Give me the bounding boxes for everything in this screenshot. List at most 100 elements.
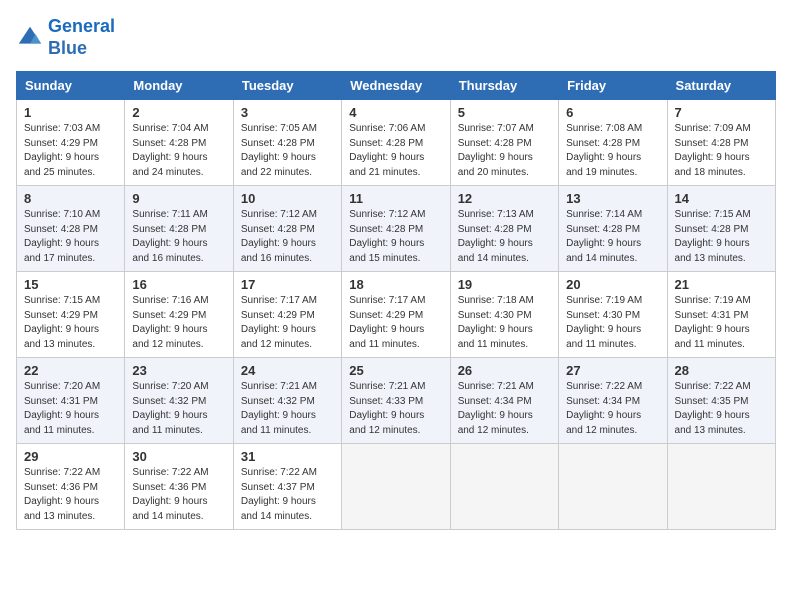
day-info: Sunrise: 7:22 AMSunset: 4:36 PMDaylight:… <box>24 466 117 524</box>
calendar-cell: 18 Sunrise: 7:17 AMSunset: 4:29 PMDayligh… <box>342 272 450 358</box>
day-number: 29 <box>24 449 117 464</box>
calendar-cell: 25 Sunrise: 7:21 AMSunset: 4:33 PMDayligh… <box>342 358 450 444</box>
day-number: 31 <box>241 449 334 464</box>
day-number: 17 <box>241 277 334 292</box>
day-info: Sunrise: 7:12 AMSunset: 4:28 PMDaylight:… <box>241 208 334 266</box>
calendar-week-3: 15 Sunrise: 7:15 AMSunset: 4:29 PMDayligh… <box>17 272 776 358</box>
calendar-cell: 5 Sunrise: 7:07 AMSunset: 4:28 PMDaylight… <box>450 100 558 186</box>
page-header: General Blue <box>16 16 776 59</box>
day-info: Sunrise: 7:20 AMSunset: 4:31 PMDaylight:… <box>24 380 117 438</box>
calendar-cell: 26Sunrise: 7:21 AMSunset: 4:34 PMDayligh… <box>450 358 558 444</box>
calendar-cell: 22 Sunrise: 7:20 AMSunset: 4:31 PMDayligh… <box>17 358 125 444</box>
day-info: Sunrise: 7:09 AMSunset: 4:28 PMDaylight:… <box>675 122 768 180</box>
day-number: 21 <box>675 277 768 292</box>
logo: General Blue <box>16 16 115 59</box>
day-number: 15 <box>24 277 117 292</box>
day-info: Sunrise: 7:17 AMSunset: 4:29 PMDaylight:… <box>241 294 334 352</box>
day-info: Sunrise: 7:12 AMSunset: 4:28 PMDaylight:… <box>349 208 442 266</box>
day-number: 10 <box>241 191 334 206</box>
day-info: Sunrise: 7:21 AMSunset: 4:33 PMDaylight:… <box>349 380 442 438</box>
day-number: 20 <box>566 277 659 292</box>
day-number: 23 <box>132 363 225 378</box>
day-info: Sunrise: 7:03 AMSunset: 4:29 PMDaylight:… <box>24 122 117 180</box>
day-number: 4 <box>349 105 442 120</box>
day-info: Sunrise: 7:22 AMSunset: 4:34 PMDaylight:… <box>566 380 659 438</box>
calendar-cell: 6 Sunrise: 7:08 AMSunset: 4:28 PMDaylight… <box>559 100 667 186</box>
calendar-cell: 14 Sunrise: 7:15 AMSunset: 4:28 PMDayligh… <box>667 186 775 272</box>
calendar-cell: 3Sunrise: 7:05 AMSunset: 4:28 PMDaylight… <box>233 100 341 186</box>
day-info: Sunrise: 7:19 AMSunset: 4:30 PMDaylight:… <box>566 294 659 352</box>
day-number: 1 <box>24 105 117 120</box>
day-number: 16 <box>132 277 225 292</box>
calendar-cell: 2 Sunrise: 7:04 AMSunset: 4:28 PMDaylight… <box>125 100 233 186</box>
calendar-cell: 31 Sunrise: 7:22 AMSunset: 4:37 PMDayligh… <box>233 444 341 530</box>
calendar-cell: 27 Sunrise: 7:22 AMSunset: 4:34 PMDayligh… <box>559 358 667 444</box>
day-info: Sunrise: 7:04 AMSunset: 4:28 PMDaylight:… <box>132 122 225 180</box>
day-number: 11 <box>349 191 442 206</box>
calendar-cell: 13 Sunrise: 7:14 AMSunset: 4:28 PMDayligh… <box>559 186 667 272</box>
day-number: 18 <box>349 277 442 292</box>
day-number: 26 <box>458 363 551 378</box>
calendar-cell: 12 Sunrise: 7:13 AMSunset: 4:28 PMDayligh… <box>450 186 558 272</box>
day-header-monday: Monday <box>125 72 233 100</box>
day-number: 13 <box>566 191 659 206</box>
calendar-week-2: 8Sunrise: 7:10 AMSunset: 4:28 PMDaylight… <box>17 186 776 272</box>
calendar-cell <box>450 444 558 530</box>
day-info: Sunrise: 7:15 AMSunset: 4:29 PMDaylight:… <box>24 294 117 352</box>
day-info: Sunrise: 7:08 AMSunset: 4:28 PMDaylight:… <box>566 122 659 180</box>
day-number: 8 <box>24 191 117 206</box>
day-info: Sunrise: 7:22 AMSunset: 4:37 PMDaylight:… <box>241 466 334 524</box>
calendar-cell: 1 Sunrise: 7:03 AMSunset: 4:29 PMDaylight… <box>17 100 125 186</box>
day-header-thursday: Thursday <box>450 72 558 100</box>
day-number: 7 <box>675 105 768 120</box>
day-info: Sunrise: 7:17 AMSunset: 4:29 PMDaylight:… <box>349 294 442 352</box>
calendar-cell <box>342 444 450 530</box>
day-number: 27 <box>566 363 659 378</box>
day-number: 24 <box>241 363 334 378</box>
day-info: Sunrise: 7:15 AMSunset: 4:28 PMDaylight:… <box>675 208 768 266</box>
day-number: 5 <box>458 105 551 120</box>
day-number: 19 <box>458 277 551 292</box>
calendar-cell: 28 Sunrise: 7:22 AMSunset: 4:35 PMDayligh… <box>667 358 775 444</box>
day-info: Sunrise: 7:11 AMSunset: 4:28 PMDaylight:… <box>132 208 225 266</box>
day-number: 2 <box>132 105 225 120</box>
calendar-cell: 29 Sunrise: 7:22 AMSunset: 4:36 PMDayligh… <box>17 444 125 530</box>
day-info: Sunrise: 7:22 AMSunset: 4:36 PMDaylight:… <box>132 466 225 524</box>
day-info: Sunrise: 7:06 AMSunset: 4:28 PMDaylight:… <box>349 122 442 180</box>
calendar-cell: 8Sunrise: 7:10 AMSunset: 4:28 PMDaylight… <box>17 186 125 272</box>
logo-text: General Blue <box>48 16 115 59</box>
day-info: Sunrise: 7:07 AMSunset: 4:28 PMDaylight:… <box>458 122 551 180</box>
calendar-cell <box>559 444 667 530</box>
calendar-cell: 20 Sunrise: 7:19 AMSunset: 4:30 PMDayligh… <box>559 272 667 358</box>
calendar-cell: 11 Sunrise: 7:12 AMSunset: 4:28 PMDayligh… <box>342 186 450 272</box>
day-number: 22 <box>24 363 117 378</box>
day-header-sunday: Sunday <box>17 72 125 100</box>
day-number: 3 <box>241 105 334 120</box>
calendar-week-5: 29 Sunrise: 7:22 AMSunset: 4:36 PMDayligh… <box>17 444 776 530</box>
day-info: Sunrise: 7:19 AMSunset: 4:31 PMDaylight:… <box>675 294 768 352</box>
day-info: Sunrise: 7:13 AMSunset: 4:28 PMDaylight:… <box>458 208 551 266</box>
logo-icon <box>16 24 44 52</box>
calendar-week-1: 1 Sunrise: 7:03 AMSunset: 4:29 PMDaylight… <box>17 100 776 186</box>
day-info: Sunrise: 7:21 AMSunset: 4:32 PMDaylight:… <box>241 380 334 438</box>
calendar-cell: 21 Sunrise: 7:19 AMSunset: 4:31 PMDayligh… <box>667 272 775 358</box>
day-info: Sunrise: 7:22 AMSunset: 4:35 PMDaylight:… <box>675 380 768 438</box>
day-info: Sunrise: 7:14 AMSunset: 4:28 PMDaylight:… <box>566 208 659 266</box>
calendar-cell: 23 Sunrise: 7:20 AMSunset: 4:32 PMDayligh… <box>125 358 233 444</box>
day-info: Sunrise: 7:20 AMSunset: 4:32 PMDaylight:… <box>132 380 225 438</box>
calendar-cell: 4 Sunrise: 7:06 AMSunset: 4:28 PMDaylight… <box>342 100 450 186</box>
day-header-wednesday: Wednesday <box>342 72 450 100</box>
day-number: 12 <box>458 191 551 206</box>
day-header-tuesday: Tuesday <box>233 72 341 100</box>
day-number: 14 <box>675 191 768 206</box>
day-number: 28 <box>675 363 768 378</box>
day-info: Sunrise: 7:16 AMSunset: 4:29 PMDaylight:… <box>132 294 225 352</box>
calendar-cell: 19Sunrise: 7:18 AMSunset: 4:30 PMDayligh… <box>450 272 558 358</box>
day-number: 6 <box>566 105 659 120</box>
calendar-cell: 17 Sunrise: 7:17 AMSunset: 4:29 PMDayligh… <box>233 272 341 358</box>
day-number: 30 <box>132 449 225 464</box>
day-header-friday: Friday <box>559 72 667 100</box>
calendar-week-4: 22 Sunrise: 7:20 AMSunset: 4:31 PMDayligh… <box>17 358 776 444</box>
calendar-table: SundayMondayTuesdayWednesdayThursdayFrid… <box>16 71 776 530</box>
day-number: 25 <box>349 363 442 378</box>
